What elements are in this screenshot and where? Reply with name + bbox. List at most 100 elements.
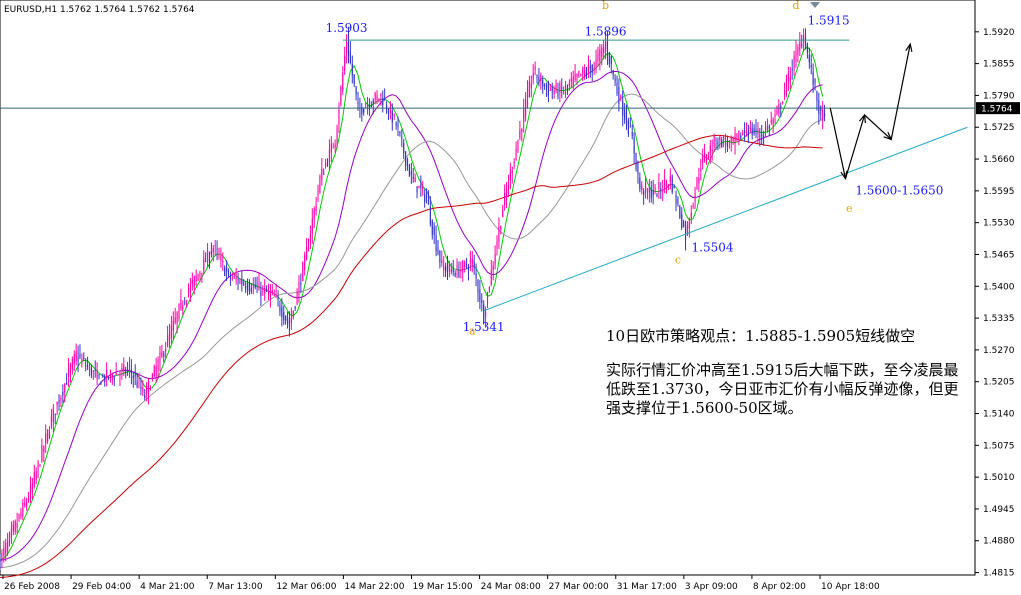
candle-body xyxy=(727,141,728,146)
price-annotation: 1.5903 xyxy=(326,21,368,35)
x-tick-label: 14 Mar 22:00 xyxy=(344,582,404,592)
candle-body xyxy=(378,98,379,100)
candle-body xyxy=(495,254,496,265)
candle-body xyxy=(257,286,258,287)
candle-body xyxy=(247,283,248,291)
candle-body xyxy=(287,317,288,323)
candle-body xyxy=(64,384,65,392)
candle-body xyxy=(601,48,602,56)
candle-body xyxy=(744,131,745,133)
x-tick-label: 3 Apr 09:00 xyxy=(685,582,738,592)
candle-body xyxy=(782,102,783,103)
candle-body xyxy=(95,370,96,371)
candle-body xyxy=(230,277,231,278)
candle-body xyxy=(746,131,747,132)
candle-body xyxy=(773,119,774,124)
candle-body xyxy=(611,56,612,64)
x-tick-label: 27 Mar 00:00 xyxy=(549,582,609,592)
candle-body xyxy=(371,106,372,107)
candle-body xyxy=(380,94,381,96)
candle-body xyxy=(643,191,644,194)
candle-body xyxy=(445,266,446,271)
candle-body xyxy=(822,110,823,120)
candle-body xyxy=(824,113,825,116)
y-tick-label: 1.5270 xyxy=(983,346,1015,356)
candle-body xyxy=(140,387,141,389)
candle-body xyxy=(57,402,58,406)
candle-body xyxy=(595,59,596,69)
candle-body xyxy=(437,247,438,255)
candle-body xyxy=(163,353,164,356)
candle-body xyxy=(567,85,568,86)
candle-body xyxy=(696,177,697,188)
candle-body xyxy=(683,222,684,227)
candle-body xyxy=(363,108,364,112)
candle-body xyxy=(664,180,665,189)
candle-body xyxy=(460,270,461,272)
candle-body xyxy=(264,288,265,294)
x-tick-label: 4 Mar 21:00 xyxy=(140,582,195,592)
candle-body xyxy=(173,321,174,331)
candle-body xyxy=(106,370,107,378)
candle-body xyxy=(432,220,433,235)
candle-body xyxy=(350,51,351,63)
candle-body xyxy=(321,169,322,180)
candle-body xyxy=(561,87,562,88)
candle-body xyxy=(232,278,233,279)
y-tick-label: 1.5595 xyxy=(983,187,1015,197)
candle-body xyxy=(3,548,4,556)
candle-body xyxy=(85,365,86,366)
candle-body xyxy=(607,41,608,55)
candle-body xyxy=(87,365,88,366)
candle-body xyxy=(750,127,751,132)
candle-body xyxy=(296,291,297,303)
candle-body xyxy=(276,294,277,295)
candle-body xyxy=(704,153,705,161)
candle-body xyxy=(237,279,238,283)
candle-body xyxy=(474,262,475,268)
candle-body xyxy=(384,99,385,101)
candle-body xyxy=(500,226,501,229)
candle-body xyxy=(649,187,650,192)
candle-body xyxy=(464,262,465,267)
candle-body xyxy=(329,149,330,162)
price-chart[interactable]: 1.59031.58961.59151.53411.55041.5600-1.5… xyxy=(0,0,1021,595)
candle-body xyxy=(687,223,688,234)
candle-body xyxy=(20,512,21,517)
y-tick-label: 1.4815 xyxy=(983,569,1015,579)
candle-body xyxy=(154,366,155,376)
candle-body xyxy=(542,80,543,87)
candle-body xyxy=(761,135,762,137)
candle-body xyxy=(420,185,421,188)
candle-body xyxy=(289,321,290,327)
candle-body xyxy=(771,120,772,122)
candle-body xyxy=(811,65,812,67)
candle-body xyxy=(571,79,572,82)
y-tick-label: 1.5205 xyxy=(983,378,1015,388)
candle-body xyxy=(125,372,126,373)
candle-body xyxy=(820,107,821,111)
candle-body xyxy=(529,81,530,97)
candle-body xyxy=(285,316,286,321)
candle-body xyxy=(190,285,191,292)
strategy-body: 实际行情汇价冲高至1.5915后大幅下跌，至今凌晨最低跌至1.3730，今日亚市… xyxy=(606,361,961,418)
candle-body xyxy=(630,127,631,128)
candle-body xyxy=(18,514,19,519)
candle-body xyxy=(28,499,29,501)
candle-body xyxy=(479,289,480,301)
candle-body xyxy=(142,388,143,392)
current-price-label: 1.5764 xyxy=(981,105,1013,115)
candle-body xyxy=(222,261,223,262)
x-tick-label: 12 Mar 06:00 xyxy=(276,582,336,592)
candle-body xyxy=(738,131,739,140)
candle-body xyxy=(306,246,307,260)
candle-body xyxy=(213,248,214,252)
candle-body xyxy=(277,297,278,300)
candle-body xyxy=(754,128,755,133)
candle-body xyxy=(357,102,358,104)
wave-label: a xyxy=(469,324,476,337)
candle-body xyxy=(70,366,71,375)
candle-body xyxy=(453,269,454,272)
candle-body xyxy=(502,210,503,217)
candle-body xyxy=(647,189,648,190)
